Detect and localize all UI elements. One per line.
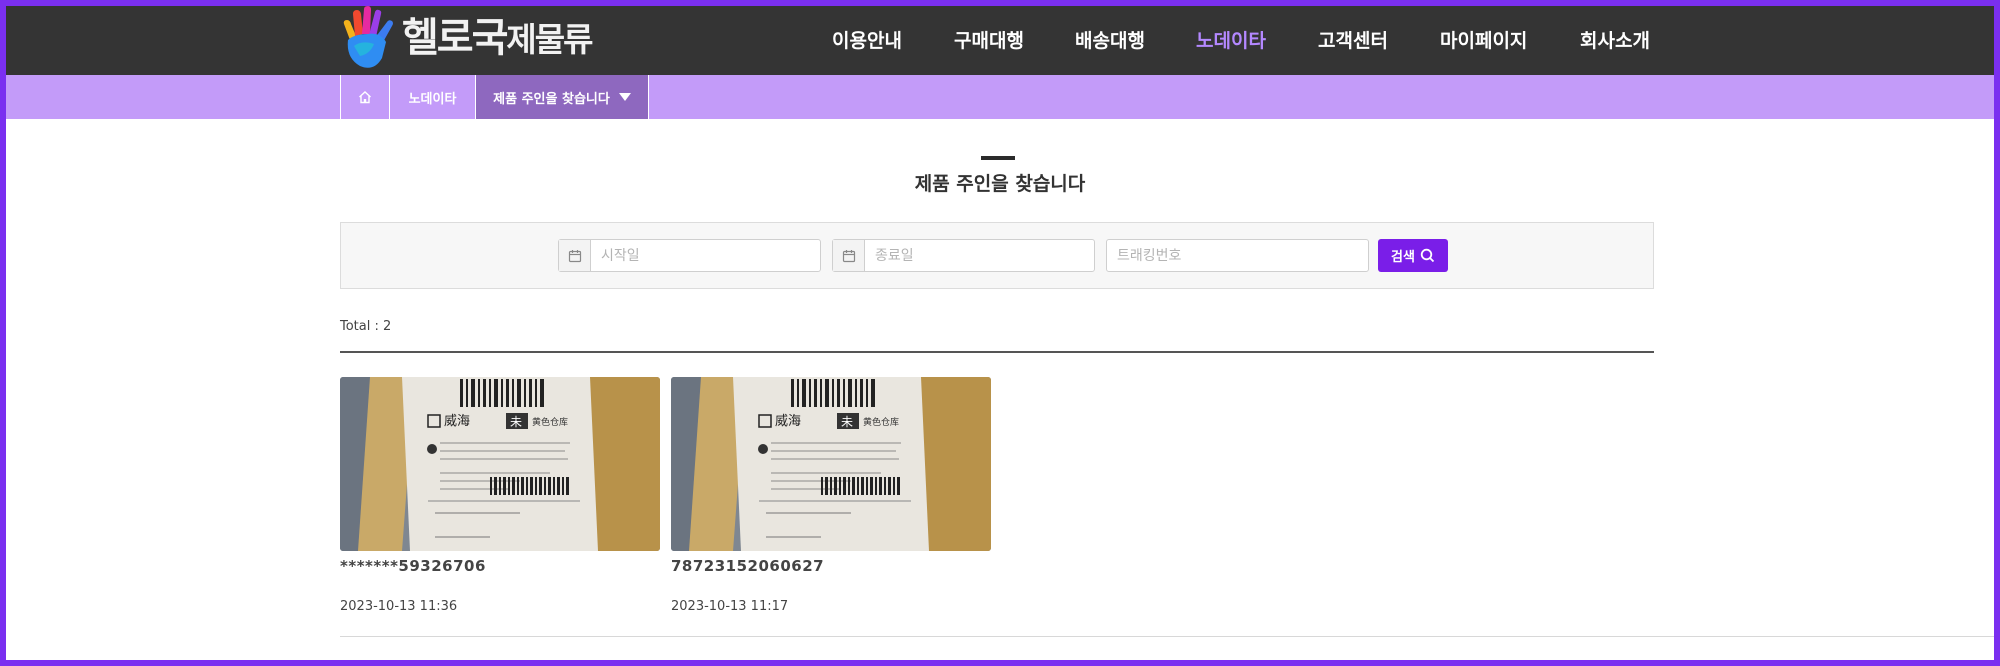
item-date: 2023-10-13 11:17 <box>671 599 789 614</box>
nav-item-mypage[interactable]: 마이페이지 <box>1440 26 1527 53</box>
result-card[interactable]: 威海 未 黄色仓库 78723152060627 2023-10-13 11:1… <box>671 377 991 614</box>
main-nav: 이용안내 구매대행 배송대행 노데이타 고객센터 마이페이지 회사소개 <box>6 6 1994 75</box>
list-divider <box>340 351 1654 353</box>
breadcrumb-current-label: 제품 주인을 찾습니다 <box>493 91 610 107</box>
breadcrumb-item-current[interactable]: 제품 주인을 찾습니다 <box>475 75 649 119</box>
svg-text:黄色仓库: 黄色仓库 <box>532 416 568 428</box>
tracking-number[interactable]: 78723152060627 <box>671 557 991 575</box>
tracking-number-field[interactable] <box>1106 239 1369 272</box>
nav-item-customer-center[interactable]: 고객센터 <box>1318 26 1388 53</box>
result-card[interactable]: 威海 未 黄色仓库 *******59326706 2023-10-13 11:… <box>340 377 660 614</box>
calendar-icon <box>559 240 591 271</box>
svg-text:威海: 威海 <box>775 414 801 429</box>
start-date-input[interactable] <box>591 240 820 271</box>
bottom-divider <box>340 636 1994 637</box>
svg-text:威海: 威海 <box>444 414 470 429</box>
end-date-field[interactable] <box>832 239 1095 272</box>
nav-item-guide[interactable]: 이용안내 <box>832 26 902 53</box>
tracking-number[interactable]: *******59326706 <box>340 557 660 575</box>
calendar-icon <box>833 240 865 271</box>
page-title: 제품 주인을 찾습니다 <box>914 173 1086 195</box>
end-date-input[interactable] <box>865 240 1094 271</box>
caret-down-icon <box>618 93 631 101</box>
svg-text:未: 未 <box>841 415 853 429</box>
nav-item-no-data[interactable]: 노데이타 <box>1196 26 1266 53</box>
page-frame: 헬로국제물류 이용안내 구매대행 배송대행 노데이타 고객센터 마이페이지 회사… <box>6 6 1994 660</box>
breadcrumb-home[interactable] <box>340 75 389 119</box>
package-photo[interactable]: 威海 未 黄色仓库 <box>340 377 660 551</box>
top-header: 헬로국제물류 이용안내 구매대행 배송대행 노데이타 고객센터 마이페이지 회사… <box>6 6 1994 75</box>
svg-text:未: 未 <box>510 415 522 429</box>
start-date-field[interactable] <box>558 239 821 272</box>
title-accent-bar <box>981 156 1015 160</box>
nav-item-company[interactable]: 회사소개 <box>1580 26 1650 53</box>
search-button-label: 검색 <box>1391 250 1415 265</box>
search-icon <box>1420 248 1435 263</box>
search-button[interactable]: 검색 <box>1378 239 1448 272</box>
item-date: 2023-10-13 11:36 <box>340 599 458 614</box>
nav-item-shipping-agent[interactable]: 배송대행 <box>1075 26 1145 53</box>
package-photo[interactable]: 威海 未 黄色仓库 <box>671 377 991 551</box>
total-count: Total : 2 <box>340 319 392 334</box>
tracking-number-input[interactable] <box>1107 240 1368 271</box>
svg-text:黄色仓库: 黄色仓库 <box>863 416 899 428</box>
nav-item-purchase-agent[interactable]: 구매대행 <box>954 26 1024 53</box>
home-icon <box>359 91 371 104</box>
breadcrumb-item-no-data[interactable]: 노데이타 <box>389 75 475 119</box>
search-panel: 검색 <box>340 222 1654 289</box>
breadcrumb: 노데이타 제품 주인을 찾습니다 <box>6 75 1994 119</box>
